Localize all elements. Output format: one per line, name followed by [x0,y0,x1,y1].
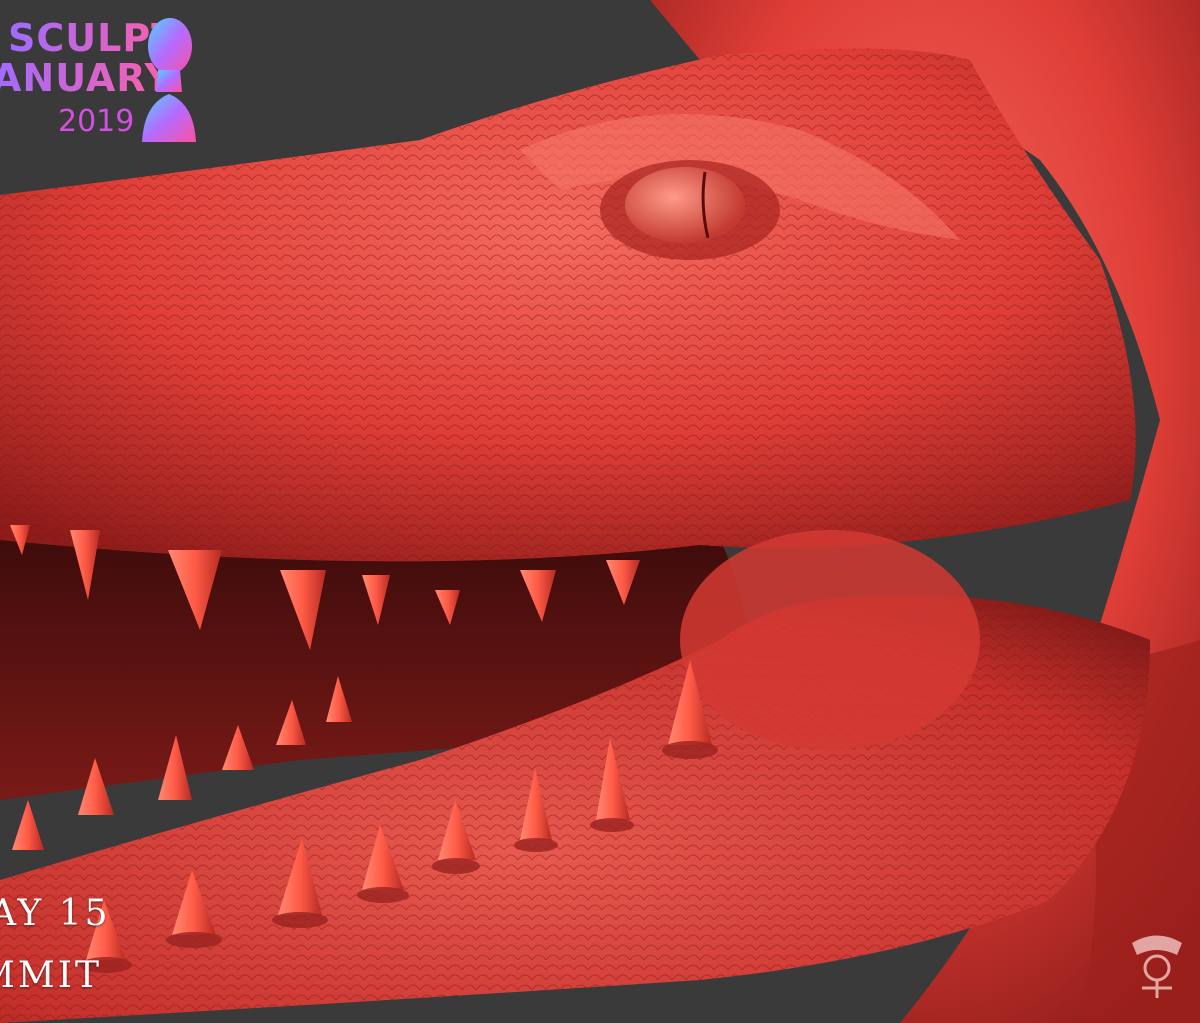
creature-render [0,0,1200,1023]
creature-name-caption: MMIT [0,955,102,996]
tooth [12,800,44,850]
classical-bust-icon [142,18,196,142]
throat-bulge [680,530,980,750]
day-caption: AY 15 [0,893,111,934]
eye [625,167,745,243]
samurai-mon-icon [1132,935,1182,998]
sculpt-january-logo: SCULPT ANUARY 2019 [0,12,210,152]
logo-year: 2019 [58,104,135,139]
